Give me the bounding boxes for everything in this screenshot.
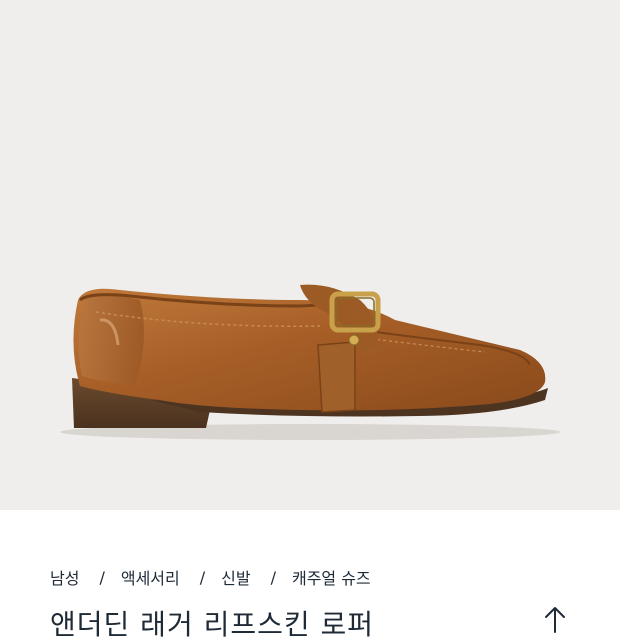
breadcrumb-item-accessories[interactable]: 액세서리	[121, 565, 180, 589]
breadcrumb-item-casual-shoes[interactable]: 캐주얼 슈즈	[292, 565, 371, 589]
breadcrumb-separator: /	[199, 567, 206, 587]
breadcrumb: 남성 / 액세서리 / 신발 / 캐주얼 슈즈	[50, 565, 371, 589]
product-title: 앤더딘 래거 리프스킨 로퍼	[50, 608, 375, 641]
scroll-to-top-button[interactable]	[540, 604, 570, 634]
breadcrumb-item-men[interactable]: 남성	[50, 565, 79, 589]
breadcrumb-item-shoes[interactable]: 신발	[221, 565, 250, 589]
arrow-up-icon	[545, 607, 565, 633]
breadcrumb-separator: /	[270, 567, 276, 587]
product-image-area	[0, 0, 620, 510]
breadcrumb-separator: /	[99, 567, 105, 587]
loafer-shoe-icon	[60, 284, 560, 440]
